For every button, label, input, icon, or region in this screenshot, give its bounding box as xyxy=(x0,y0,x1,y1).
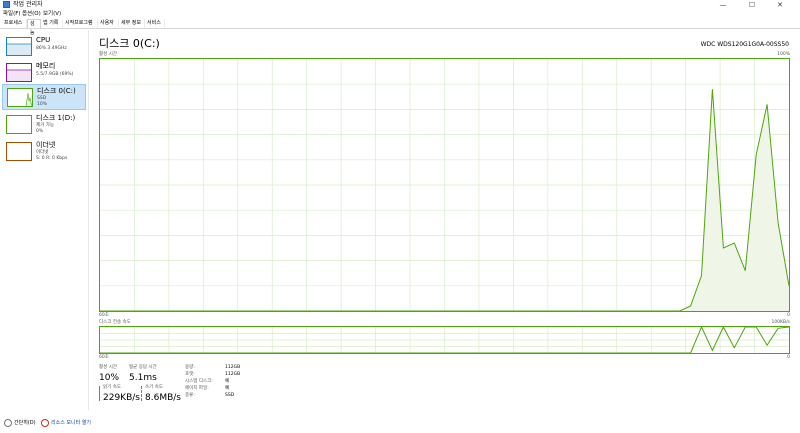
capacity-value: 112GB xyxy=(225,365,241,370)
open-resource-monitor-link[interactable]: 리소스 모니터 열기 xyxy=(51,420,91,427)
menu-file[interactable]: 파일(F) xyxy=(3,10,21,19)
title-bar: 작업 관리자 — ☐ ✕ xyxy=(0,0,800,10)
ethernet-thumbnail-graph xyxy=(6,142,32,161)
sidebar-item-label: 이더넷 xyxy=(36,141,56,149)
avg-response-stat-value: 5.1ms xyxy=(129,373,157,383)
task-manager-icon xyxy=(3,1,10,8)
tab-performance[interactable]: 성능 xyxy=(27,19,41,36)
page-file-label: 페이지 파일: xyxy=(185,386,209,391)
system-disk-label: 시스템 디스크: xyxy=(185,379,213,384)
sidebar-item-label: 메모리 xyxy=(36,62,56,70)
sidebar-item-cpu[interactable]: CPU 86% 3.49GHz xyxy=(2,34,86,60)
sidebar-item-disk-1[interactable]: 디스크 1(D:) 제거 가능 0% xyxy=(2,112,86,138)
system-disk-value: 예 xyxy=(225,379,230,384)
tab-bar: 프로세스 성능 앱 기록 시작프로그램 사용자 세부 정보 서비스 xyxy=(0,19,800,36)
tab-processes[interactable]: 프로세스 xyxy=(2,19,27,28)
active-time-min-label: 0 xyxy=(787,313,790,318)
tab-app-history[interactable]: 앱 기록 xyxy=(41,19,63,28)
resource-monitor-icon xyxy=(41,419,49,427)
menu-view[interactable]: 보기(V) xyxy=(43,10,61,19)
tab-services[interactable]: 서비스 xyxy=(145,19,165,28)
memory-thumbnail-graph xyxy=(6,63,32,82)
sidebar-item-usage: 0% xyxy=(36,129,44,134)
avg-response-stat-label: 평균 응답 시간 xyxy=(129,365,157,370)
sidebar-item-detail: 5.5/7.9GB (69%) xyxy=(36,72,74,77)
transfer-rate-chart xyxy=(99,326,790,354)
page-file-value: 예 xyxy=(225,386,230,391)
footer-bar: 간단히(D) 리소스 모니터 열기 xyxy=(0,413,800,433)
transfer-rate-chart-svg xyxy=(100,327,789,353)
active-time-chart-svg xyxy=(100,59,789,311)
sidebar-item-usage: S: 0 R: 0 Kbps xyxy=(36,156,68,161)
fewer-details-link[interactable]: 간단히(D) xyxy=(14,420,36,427)
window-title: 작업 관리자 xyxy=(13,1,43,8)
tab-startup[interactable]: 시작프로그램 xyxy=(63,19,98,28)
disk-model-name: WDC WDS120G1G0A-00SS50 xyxy=(700,41,789,48)
time-span-label-2: 60초 xyxy=(99,355,109,360)
tab-users[interactable]: 사용자 xyxy=(98,19,119,28)
active-time-stat-label: 활성 시간 xyxy=(99,365,117,370)
write-speed-stat-label: 쓰기 속도 xyxy=(145,385,163,390)
sidebar-item-label: 디스크 0(C:) xyxy=(37,87,76,95)
active-time-stat-value: 10% xyxy=(99,373,120,383)
format-label: 포맷: xyxy=(185,372,195,377)
cpu-thumbnail-graph xyxy=(6,37,32,56)
performance-sidebar: CPU 86% 3.49GHz 메모리 5.5/7.9GB (69%) 디스크 … xyxy=(0,30,89,410)
format-value: 112GB xyxy=(225,372,241,377)
maximize-button[interactable]: ☐ xyxy=(742,0,762,10)
menu-options[interactable]: 옵션(O) xyxy=(22,10,41,19)
page-title: 디스크 0(C:) xyxy=(99,37,160,50)
tab-details[interactable]: 세부 정보 xyxy=(119,19,145,28)
close-button[interactable]: ✕ xyxy=(770,0,790,10)
sidebar-item-memory[interactable]: 메모리 5.5/7.9GB (69%) xyxy=(2,60,86,86)
sidebar-item-label: 디스크 1(D:) xyxy=(36,114,76,122)
read-speed-stat-label: 읽기 속도 xyxy=(103,385,121,390)
time-span-label: 60초 xyxy=(99,313,109,318)
sidebar-item-detail: 86% 3.49GHz xyxy=(36,46,67,51)
read-speed-indicator xyxy=(99,386,100,401)
disk1-thumbnail-graph xyxy=(6,115,32,134)
disk-type-label: 종류: xyxy=(185,393,195,398)
minimize-button[interactable]: — xyxy=(713,0,733,10)
chevron-up-icon[interactable] xyxy=(4,419,12,427)
disk0-thumbnail-graph xyxy=(7,88,33,107)
capacity-label: 용량: xyxy=(185,365,195,370)
write-speed-stat-value: 8.6MB/s xyxy=(145,393,181,403)
sidebar-item-ethernet[interactable]: 이더넷 이더넷 S: 0 R: 0 Kbps xyxy=(2,139,86,165)
menu-bar: 파일(F) 옵션(O) 보기(V) xyxy=(0,10,800,19)
write-speed-indicator xyxy=(141,386,142,401)
read-speed-stat-value: 229KB/s xyxy=(103,393,140,403)
sidebar-item-label: CPU xyxy=(36,36,51,44)
sidebar-item-disk-0[interactable]: 디스크 0(C:) SSD 10% xyxy=(2,84,86,110)
transfer-rate-min-label: 0 xyxy=(787,355,790,360)
sidebar-item-usage: 10% xyxy=(37,102,48,107)
disk-type-value: SSD xyxy=(225,393,235,398)
active-time-chart xyxy=(99,58,790,312)
